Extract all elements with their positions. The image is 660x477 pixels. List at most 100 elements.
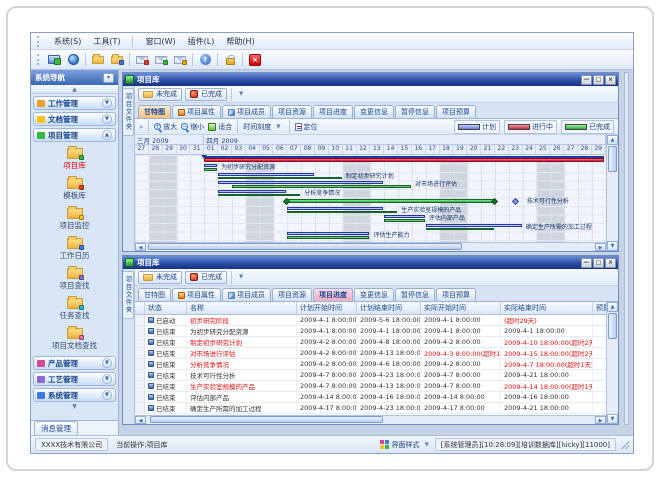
sidebar-group-产品管理[interactable]: 产品管理▼ bbox=[33, 356, 116, 370]
tab-变更信息[interactable]: 变更信息 bbox=[354, 105, 394, 118]
tab-变更信息[interactable]: 变更信息 bbox=[354, 288, 394, 301]
tab-项目成员[interactable]: 项目成员 bbox=[222, 105, 271, 118]
fit-button[interactable]: 适合 bbox=[208, 122, 232, 132]
resize-grip[interactable] bbox=[621, 441, 629, 449]
tab-项目属性[interactable]: 项目属性 bbox=[172, 288, 221, 301]
tab-项目进度[interactable]: 项目进度 bbox=[313, 105, 353, 118]
menu-drag-handle[interactable] bbox=[37, 36, 40, 47]
toolbar-button-folder-save[interactable] bbox=[109, 52, 125, 67]
minimize-button[interactable]: — bbox=[581, 75, 592, 85]
toolbar-button-globe[interactable] bbox=[65, 52, 81, 67]
sidebar-group-文档管理[interactable]: 文档管理▼ bbox=[33, 112, 116, 126]
table-row[interactable]: 已结束分析竞争情况2009-4-2 8:00:002009-4-6 18:00:… bbox=[135, 359, 606, 370]
sidebar-scroll-down-button[interactable]: ▼ bbox=[33, 404, 116, 411]
menu-item-5[interactable]: 帮助(H) bbox=[226, 36, 254, 47]
tab-甘特图[interactable]: 甘特图 bbox=[138, 105, 171, 118]
tab-message-management[interactable]: 消息管理 bbox=[31, 420, 118, 435]
tab-project-folder[interactable]: 项目文件夹 bbox=[123, 271, 134, 319]
filter-button-已完成[interactable]: 已完成 bbox=[185, 271, 227, 284]
column-header-预算[interactable]: 预算 bbox=[593, 302, 606, 314]
table-row[interactable]: 已结束技术可行性分析2009-4-7 8:00:002009-4-23 18:0… bbox=[135, 370, 606, 381]
scroll-right-arrow[interactable]: ▶ bbox=[595, 243, 606, 251]
close-button[interactable]: × bbox=[605, 258, 616, 268]
workspace-splitter[interactable] bbox=[624, 72, 629, 425]
toolbar-drag-handle[interactable] bbox=[37, 54, 40, 65]
column-header-计划结束时间[interactable]: 计划结束时间 bbox=[357, 302, 421, 314]
hscroll-thumb[interactable] bbox=[150, 416, 383, 423]
chevron-down-icon[interactable]: ▼ bbox=[102, 114, 112, 124]
chevron-down-icon[interactable]: ▼ bbox=[102, 390, 112, 400]
vscroll-thumb[interactable] bbox=[608, 146, 617, 172]
sidebar-item-项目库[interactable]: 项目库 bbox=[33, 144, 116, 174]
scroll-down-arrow[interactable]: ▼ bbox=[607, 414, 618, 424]
toolbar-button-mail-report-1[interactable] bbox=[134, 52, 150, 67]
scroll-right-arrow[interactable]: ▶ bbox=[595, 416, 606, 424]
column-header-名称[interactable]: 名称 bbox=[187, 302, 297, 314]
tab-项目预算[interactable]: 项目预算 bbox=[436, 105, 476, 118]
chevron-down-icon[interactable]: ▼ bbox=[102, 374, 112, 384]
table-row[interactable]: 已结束确定生产所需的加工过程2009-4-17 8:00:002009-4-23… bbox=[135, 403, 606, 414]
table-row[interactable]: 已结束制定初步研究计划2009-4-2 8:00:002009-4-8 18:0… bbox=[135, 337, 606, 348]
toolbar-button-folder-open[interactable] bbox=[90, 52, 106, 67]
filter-button-未完成[interactable]: 未完成 bbox=[138, 271, 182, 284]
column-header-状态[interactable]: 状态 bbox=[145, 302, 187, 314]
tab-项目资源[interactable]: 项目资源 bbox=[272, 105, 312, 118]
menu-item-2[interactable]: 工具(T) bbox=[93, 36, 120, 47]
locate-button[interactable]: 定位 bbox=[295, 122, 318, 132]
chevron-down-icon[interactable]: ▼ bbox=[102, 358, 112, 368]
sidebar-item-模板库[interactable]: 模板库 bbox=[33, 174, 116, 204]
sidebar-scroll-up-button[interactable]: ▲ bbox=[31, 85, 118, 94]
column-header-实际开始时间[interactable]: 实际开始时间 bbox=[421, 302, 501, 314]
chevron-up-icon[interactable]: ▲ bbox=[102, 130, 112, 140]
menu-item-3[interactable]: 窗口(W) bbox=[145, 36, 175, 47]
zoom-out-button[interactable]: −缩小 bbox=[181, 122, 204, 132]
sidebar-item-任务查找[interactable]: 任务查找 bbox=[33, 294, 116, 324]
tab-暂停信息[interactable]: 暂停信息 bbox=[395, 288, 435, 301]
hscroll-track[interactable] bbox=[146, 243, 595, 251]
tab-甘特图[interactable]: 甘特图 bbox=[138, 288, 171, 301]
toolbar-button-lock[interactable] bbox=[222, 52, 238, 67]
toolbar-button-exit[interactable]: × bbox=[247, 52, 263, 67]
toolbar-button-mail-report-2[interactable] bbox=[153, 52, 169, 67]
minimize-button[interactable]: — bbox=[581, 258, 592, 268]
table-row[interactable]: 已结束评估内部产品2009-4-14 8:00:002009-4-16 18:0… bbox=[135, 392, 606, 403]
interface-style-dropdown[interactable]: 界面样式▼ bbox=[392, 440, 432, 450]
tab-项目成员[interactable]: 项目成员 bbox=[222, 288, 271, 301]
menu-item-4[interactable]: 插件(L) bbox=[188, 36, 215, 47]
sidebar-item-工作日历[interactable]: 工作日历 bbox=[33, 234, 116, 264]
hscroll-thumb[interactable] bbox=[148, 243, 462, 250]
table-row[interactable]: 已启动初步研究阶段2009-4-1 8:00:002009-5-6 18:00:… bbox=[135, 315, 606, 326]
maximize-button[interactable]: □ bbox=[593, 75, 604, 85]
scroll-left-arrow[interactable]: ◀ bbox=[135, 243, 146, 251]
menu-item-1[interactable]: 系统(S) bbox=[54, 36, 81, 47]
filter-button-已完成[interactable]: 已完成 bbox=[185, 88, 227, 101]
column-header-计划开始时间[interactable]: 计划开始时间 bbox=[297, 302, 357, 314]
overflow-chevron[interactable]: » bbox=[139, 123, 143, 131]
chevron-down-icon[interactable]: ▼ bbox=[236, 274, 246, 280]
toolbar-button-help[interactable]: ? bbox=[197, 52, 213, 67]
tab-项目资源[interactable]: 项目资源 bbox=[272, 288, 312, 301]
vscroll-thumb[interactable] bbox=[608, 313, 617, 339]
scroll-up-arrow[interactable]: ▲ bbox=[607, 302, 618, 312]
tab-项目预算[interactable]: 项目预算 bbox=[436, 288, 476, 301]
close-button[interactable]: × bbox=[605, 75, 616, 85]
sidebar-item-项目监控[interactable]: 项目监控 bbox=[33, 204, 116, 234]
sidebar-collapse-button[interactable]: ▾ bbox=[103, 73, 114, 83]
scroll-up-arrow[interactable]: ▲ bbox=[607, 135, 618, 145]
tab-项目属性[interactable]: 项目属性 bbox=[172, 105, 221, 118]
column-header-实际结束时间[interactable]: 实际结束时间 bbox=[501, 302, 593, 314]
tab-project-folder[interactable]: 项目文件夹 bbox=[123, 88, 134, 136]
sidebar-group-项目管理[interactable]: 项目管理▲ bbox=[33, 128, 116, 142]
toolbar-button-computer[interactable] bbox=[46, 52, 62, 67]
sidebar-group-系统管理[interactable]: 系统管理▼ bbox=[33, 388, 116, 402]
sidebar-item-项目查找[interactable]: 项目查找 bbox=[33, 264, 116, 294]
sidebar-group-工作管理[interactable]: 工作管理▼ bbox=[33, 96, 116, 110]
sidebar-group-工艺管理[interactable]: 工艺管理▼ bbox=[33, 372, 116, 386]
sidebar-item-项目文档查找[interactable]: 项目文档查找 bbox=[33, 324, 116, 354]
table-row[interactable]: 已结束为初步研究分配资源2009-4-1 8:00:002009-4-1 18:… bbox=[135, 326, 606, 337]
filter-button-未完成[interactable]: 未完成 bbox=[138, 88, 182, 101]
tab-项目进度[interactable]: 项目进度 bbox=[313, 288, 353, 301]
chevron-down-icon[interactable]: ▼ bbox=[102, 98, 112, 108]
gantt-window-titlebar[interactable]: 项目库 —□× bbox=[123, 73, 618, 86]
maximize-button[interactable]: □ bbox=[593, 258, 604, 268]
